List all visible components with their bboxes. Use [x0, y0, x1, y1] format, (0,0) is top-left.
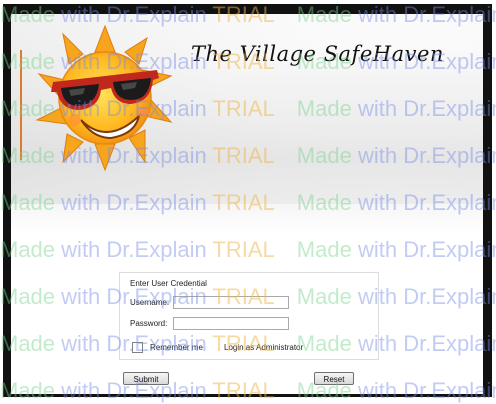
login-as-admin-option[interactable]: Login as Administrator [224, 343, 303, 352]
remember-me-checkbox[interactable] [132, 342, 143, 353]
submit-button[interactable]: Submit [123, 372, 169, 385]
remember-me-label[interactable]: Remember me [150, 343, 203, 352]
sun-with-sunglasses-icon [35, 24, 173, 172]
username-label: Username: [130, 298, 170, 307]
password-input[interactable] [173, 317, 289, 330]
credential-group: Enter User Credential Username: Password… [119, 272, 379, 360]
reset-button[interactable]: Reset [314, 372, 354, 385]
password-label: Password: [130, 319, 168, 328]
accent-rule [20, 50, 22, 160]
credential-group-title: Enter User Credential [130, 279, 207, 288]
login-window: The Village SafeHaven Enter User Credent… [11, 14, 483, 394]
app-title: The Village SafeHaven [191, 42, 444, 66]
username-input[interactable] [173, 296, 289, 309]
